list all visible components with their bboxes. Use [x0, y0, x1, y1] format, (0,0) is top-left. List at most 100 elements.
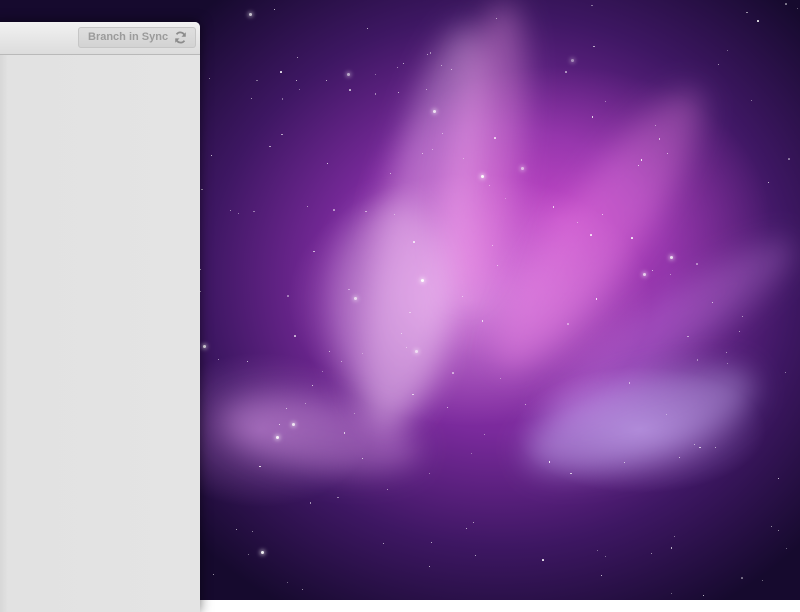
star — [750, 100, 752, 102]
star — [285, 407, 288, 410]
star — [295, 79, 298, 82]
star — [604, 100, 606, 102]
star — [495, 17, 497, 19]
aurora-ray — [469, 67, 731, 393]
star — [746, 11, 748, 13]
star — [217, 359, 219, 361]
star — [422, 153, 424, 155]
star — [250, 97, 253, 100]
star — [349, 89, 351, 91]
star — [200, 291, 202, 293]
star — [670, 547, 673, 549]
star — [442, 133, 444, 135]
star — [761, 579, 763, 581]
star — [361, 353, 363, 355]
aurora-ray — [215, 383, 425, 487]
window-toolbar: Branch in Sync — [0, 22, 200, 55]
star — [570, 472, 572, 475]
star — [770, 525, 772, 527]
star — [269, 145, 271, 148]
star — [670, 592, 672, 594]
star — [679, 456, 681, 458]
star — [212, 573, 214, 575]
star — [337, 496, 339, 499]
star — [640, 159, 643, 161]
star — [230, 210, 232, 212]
star — [600, 574, 602, 576]
star — [643, 272, 647, 276]
app-window: Branch in Sync — [0, 22, 200, 612]
star — [738, 331, 740, 333]
star — [703, 594, 705, 596]
star — [674, 535, 676, 537]
star — [788, 158, 790, 160]
star — [432, 149, 434, 151]
star — [465, 527, 467, 530]
sidebar-panel — [0, 55, 200, 612]
star — [382, 542, 385, 545]
aurora-ray — [529, 219, 800, 441]
star — [281, 133, 283, 136]
star — [595, 298, 598, 300]
star — [658, 138, 661, 140]
refresh-icon — [175, 31, 186, 44]
star — [741, 577, 743, 579]
star — [313, 250, 315, 253]
star — [428, 565, 431, 568]
star — [785, 372, 787, 374]
aurora-ray — [337, 15, 513, 445]
star — [694, 444, 695, 446]
star — [567, 323, 569, 325]
star — [238, 212, 240, 214]
star — [400, 332, 402, 334]
star — [341, 360, 343, 362]
star — [393, 213, 395, 215]
star — [597, 549, 599, 551]
star — [246, 360, 249, 363]
star — [274, 9, 276, 11]
star — [294, 335, 296, 337]
star — [296, 56, 298, 58]
star — [301, 589, 303, 591]
star — [570, 59, 574, 63]
star — [757, 20, 759, 22]
star — [504, 197, 506, 199]
star — [365, 210, 367, 213]
star — [353, 296, 357, 300]
star — [278, 423, 281, 426]
star — [591, 116, 594, 118]
star — [427, 54, 429, 56]
branch-sync-button[interactable]: Branch in Sync — [78, 27, 196, 48]
star — [481, 174, 485, 178]
star — [259, 465, 261, 468]
star — [415, 350, 419, 354]
star — [623, 461, 626, 464]
star — [413, 241, 415, 243]
star — [667, 152, 669, 154]
star — [452, 372, 454, 374]
star — [548, 461, 550, 463]
star — [481, 320, 484, 322]
star — [726, 49, 728, 51]
star — [426, 88, 428, 90]
branch-sync-label: Branch in Sync — [88, 31, 169, 43]
star — [591, 4, 593, 7]
star — [521, 166, 525, 170]
star — [343, 432, 346, 434]
star — [654, 124, 657, 127]
aurora-ray — [429, 0, 541, 304]
star — [281, 98, 284, 100]
star — [386, 488, 388, 490]
star — [637, 164, 639, 166]
star — [499, 378, 501, 380]
star — [726, 363, 728, 365]
star — [462, 296, 464, 298]
star — [429, 472, 431, 474]
star — [785, 3, 787, 5]
star — [276, 435, 280, 439]
star — [699, 446, 701, 449]
star — [471, 452, 473, 454]
star — [292, 422, 296, 426]
star — [785, 547, 787, 549]
star — [666, 414, 668, 416]
